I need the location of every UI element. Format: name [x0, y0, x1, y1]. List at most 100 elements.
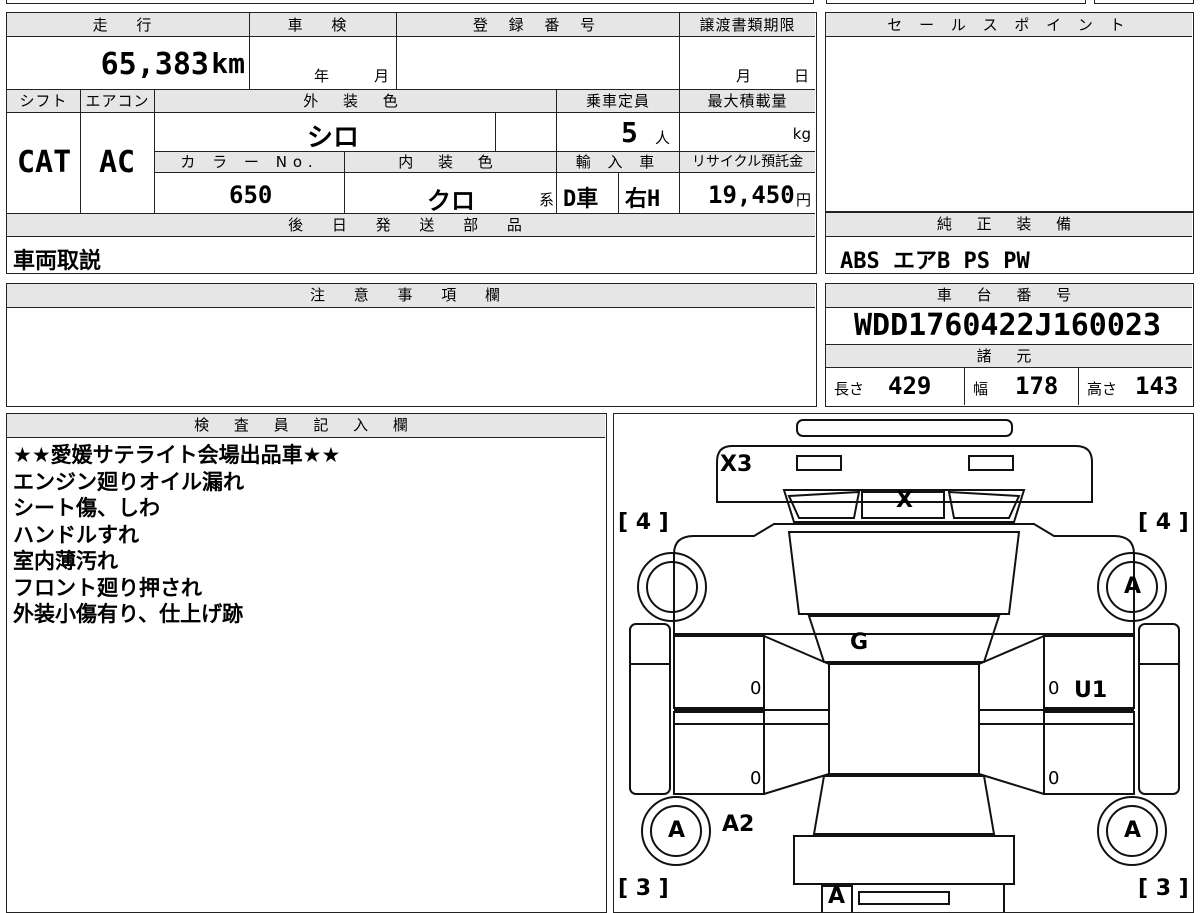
- recycle-unit: 円: [795, 191, 811, 209]
- inspection-label: 車 検: [249, 13, 396, 37]
- vehicle-info-table: 走 行 車 検 登 録 番 号 譲渡書類期限 65,383 km 年 月 月 日…: [6, 12, 817, 274]
- transfer-cell: 月 日: [679, 37, 815, 89]
- recycle-label: リサイクル預託金: [679, 151, 815, 173]
- color-no-label: カ ラ ー No.: [154, 151, 344, 173]
- tire-mark-rear-left: [ 3 ]: [618, 876, 669, 901]
- length-label: 長さ: [834, 380, 865, 398]
- registration-label: 登 録 番 号: [396, 13, 679, 37]
- later-parts-value: 車両取説: [13, 249, 102, 274]
- later-parts-cell: 車両取説: [7, 237, 815, 274]
- top-strip-right-2: [1094, 0, 1194, 4]
- mileage-value: 65,383: [100, 47, 209, 82]
- width-label: 幅: [973, 380, 989, 398]
- mark-rear-a: A: [828, 884, 846, 909]
- mark-g: G: [850, 630, 869, 655]
- equipment-value: ABS エアB PS PW: [840, 249, 1030, 274]
- height-value: 143: [1135, 372, 1179, 400]
- note-line: 室内薄汚れ: [13, 549, 118, 573]
- inspection-year: 年: [314, 67, 330, 85]
- top-strip-right: [826, 0, 1086, 4]
- note-line: エンジン廻りオイル漏れ: [13, 469, 244, 494]
- interior-color-cell: クロ 系: [344, 173, 556, 215]
- mark-x: X: [896, 488, 913, 513]
- later-parts-label: 後 日 発 送 部 品: [7, 213, 815, 237]
- height-label: 高さ: [1087, 380, 1118, 398]
- transfer-day: 日: [794, 67, 810, 85]
- length-value: 429: [888, 372, 932, 400]
- chassis-label: 車 台 番 号: [826, 284, 1192, 308]
- mark-a2: A2: [722, 812, 755, 837]
- exterior-color-extra: [495, 113, 556, 151]
- capacity-unit: 人: [655, 129, 671, 147]
- import-value-1: D車: [563, 187, 599, 212]
- sales-points-label: セ ー ル ス ポ イ ン ト: [826, 13, 1192, 37]
- color-no-cell: 650: [154, 173, 344, 213]
- import-cell-2: 右H: [618, 173, 679, 213]
- wheel-mark-front-right: A: [1124, 574, 1142, 599]
- mileage-cell: 65,383 km: [7, 37, 249, 89]
- color-no-value: 650: [229, 181, 273, 209]
- ac-cell: AC: [80, 113, 154, 213]
- sales-points-box: セ ー ル ス ポ イ ン ト: [825, 12, 1194, 212]
- inspector-box: 検 査 員 記 入 欄 ★★愛媛サテライト会場出品車★★ エンジン廻りオイル漏れ…: [6, 413, 607, 913]
- shift-label: シフト: [7, 89, 80, 113]
- note-line: ★★愛媛サテライト会場出品車★★: [13, 443, 341, 467]
- max-load-unit: kg: [792, 125, 811, 143]
- chassis-box: 車 台 番 号 WDD1760422J160023 諸 元 長さ 429 幅 1…: [825, 283, 1194, 407]
- note-line: フロント廻り押され: [13, 575, 202, 600]
- length-cell: 長さ 429: [826, 368, 964, 405]
- mileage-unit: km: [211, 47, 245, 80]
- door-mark-left-1: 0: [750, 678, 762, 699]
- specs-label: 諸 元: [826, 344, 1192, 368]
- door-mark-right-1: 0: [1048, 678, 1060, 699]
- shift-cell: CAT: [7, 113, 80, 213]
- shift-value: CAT: [17, 145, 72, 180]
- mileage-label: 走 行: [7, 13, 249, 37]
- equipment-box: 純 正 装 備 ABS エアB PS PW: [825, 212, 1194, 274]
- inspector-label: 検 査 員 記 入 欄: [7, 414, 605, 438]
- wheel-mark-rear-right: A: [1124, 818, 1142, 843]
- transfer-deadline-label: 譲渡書類期限: [679, 13, 815, 37]
- exterior-color-cell: シロ: [154, 113, 495, 153]
- note-line: ハンドルすれ: [13, 522, 139, 547]
- equipment-label: 純 正 装 備: [826, 213, 1192, 237]
- inspection-cell: 年 月: [249, 37, 396, 89]
- exterior-color-label: 外 装 色: [154, 89, 556, 113]
- mark-u1: U1: [1074, 678, 1108, 703]
- note-line: シート傷、しわ: [13, 496, 160, 520]
- import-cell-1: D車: [556, 173, 618, 213]
- exterior-color-value: シロ: [307, 123, 360, 153]
- wheel-mark-rear-left: A: [668, 818, 686, 843]
- door-mark-right-2: 0: [1048, 768, 1060, 789]
- width-value: 178: [1015, 372, 1059, 400]
- note-line: 外装小傷有り、仕上げ跡: [13, 602, 244, 626]
- tire-mark-rear-right: [ 3 ]: [1138, 876, 1189, 901]
- import-value-2: 右H: [625, 187, 661, 212]
- interior-color-label: 内 装 色: [344, 151, 556, 173]
- notes-box: 注 意 事 項 欄: [6, 283, 817, 407]
- max-load-label: 最大積載量: [679, 89, 815, 113]
- inspection-month: 月: [374, 67, 390, 85]
- damage-diagram: X3 X [ 4 ] [ 4 ] A G 0 0 U1 0 0 A A2 A […: [613, 413, 1194, 913]
- tire-mark-front-left: [ 4 ]: [618, 510, 669, 535]
- ac-label: エアコン: [80, 89, 154, 113]
- registration-cell: [396, 37, 679, 89]
- max-load-cell: kg: [679, 113, 815, 151]
- recycle-cell: 19,450 円: [679, 173, 815, 213]
- capacity-value: 5: [621, 116, 638, 149]
- chassis-value: WDD1760422J160023: [854, 308, 1162, 343]
- tire-mark-front-right: [ 4 ]: [1138, 510, 1189, 535]
- mark-x3: X3: [720, 452, 753, 477]
- interior-color-suffix: 系: [538, 191, 554, 209]
- transfer-month: 月: [736, 67, 752, 85]
- capacity-cell: 5 人: [556, 113, 679, 151]
- ac-value: AC: [99, 145, 136, 180]
- width-cell: 幅 178: [964, 368, 1078, 405]
- door-mark-left-2: 0: [750, 768, 762, 789]
- notes-label: 注 意 事 項 欄: [7, 284, 815, 308]
- import-label: 輸 入 車: [556, 151, 679, 173]
- inspector-notes: ★★愛媛サテライト会場出品車★★ エンジン廻りオイル漏れ シート傷、しわ ハンド…: [13, 442, 340, 628]
- interior-color-value: クロ: [427, 187, 475, 215]
- capacity-label: 乗車定員: [556, 89, 679, 113]
- height-cell: 高さ 143: [1078, 368, 1192, 405]
